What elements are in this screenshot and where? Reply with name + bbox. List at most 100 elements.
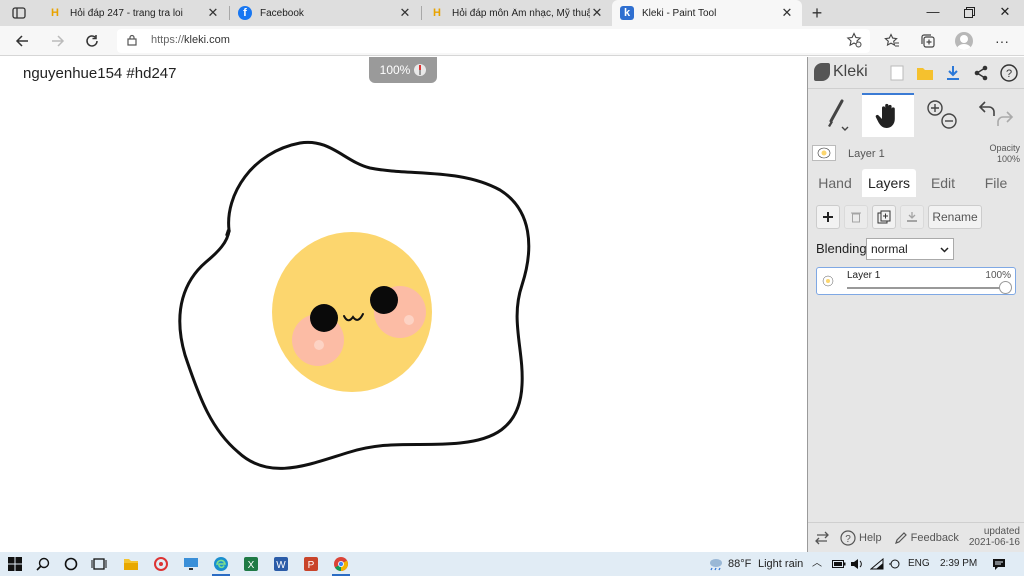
hand-tool[interactable] [862, 93, 914, 137]
speaker-icon[interactable] [846, 554, 868, 574]
close-tab-icon[interactable]: ✕ [206, 5, 220, 21]
monitor-app-icon[interactable] [180, 554, 202, 574]
swap-side-icon[interactable] [814, 531, 830, 545]
refresh-button[interactable] [80, 30, 104, 52]
tab-file[interactable]: File [970, 169, 1022, 197]
lock-icon[interactable] [127, 34, 137, 49]
tab-hand[interactable]: Hand [810, 169, 860, 197]
excel-icon[interactable]: X [240, 554, 262, 574]
merge-layer-button[interactable] [900, 205, 924, 229]
updated-date: updated 2021-06-16 [968, 526, 1020, 548]
new-image-icon[interactable] [886, 62, 908, 84]
address-bar: https://kleki.com ··· [0, 26, 1024, 56]
tab-title: Facebook [260, 7, 304, 19]
layer-opacity-value: 100% [985, 270, 1011, 281]
share-icon[interactable] [970, 62, 992, 84]
minimize-button[interactable]: — [914, 0, 952, 26]
browser-tab[interactable]: H Hỏi đáp môn Âm nhạc, Mỹ thuật ✕ [422, 0, 612, 26]
windows-start-icon[interactable] [4, 554, 26, 574]
browser-tab[interactable]: f Facebook ✕ [230, 0, 420, 26]
close-tab-icon[interactable]: ✕ [398, 5, 412, 21]
more-options-icon[interactable]: ··· [990, 30, 1014, 52]
kleki-logo[interactable]: Kleki [814, 63, 868, 81]
powerpoint-icon[interactable]: P [300, 554, 322, 574]
tab-layers[interactable]: Layers [862, 169, 916, 197]
tool-row [808, 93, 1024, 137]
tab-title: Hỏi đáp môn Âm nhạc, Mỹ thuật [452, 7, 590, 19]
weather-temperature[interactable]: 88°F [728, 552, 751, 576]
chrome-icon[interactable] [330, 554, 352, 576]
app-red-icon[interactable] [150, 554, 172, 574]
search-icon[interactable] [32, 554, 54, 574]
add-layer-button[interactable] [816, 205, 840, 229]
new-tab-button[interactable]: + [806, 2, 828, 24]
weather-icon[interactable] [704, 554, 726, 574]
left-eye [310, 304, 338, 332]
help-link[interactable]: ? Help [840, 529, 882, 546]
current-layer-name: Layer 1 [848, 148, 885, 160]
delete-layer-button[interactable] [844, 205, 868, 229]
weather-description[interactable]: Light rain [758, 552, 803, 576]
layer-thumbnail [812, 145, 836, 161]
task-view-icon[interactable] [88, 554, 110, 574]
panel-tabs: Hand Layers Edit File [808, 169, 1024, 197]
brush-tool[interactable] [810, 93, 862, 137]
undo-redo-tool[interactable] [970, 93, 1022, 137]
tab-title: Hỏi đáp 247 - trang tra loi [70, 7, 183, 19]
tab-actions-icon[interactable] [8, 4, 30, 22]
help-icon[interactable]: ? [998, 62, 1020, 84]
svg-text:X: X [248, 560, 255, 571]
favorite-star-icon[interactable] [846, 32, 862, 51]
browser-tab[interactable]: H Hỏi đáp 247 - trang tra loi ✕ [40, 0, 228, 26]
feedback-link[interactable]: Feedback [894, 531, 959, 545]
layer-opacity-slider-track[interactable] [847, 287, 1005, 289]
svg-text:?: ? [845, 534, 851, 545]
close-tab-icon[interactable]: ✕ [780, 5, 794, 21]
drawing-canvas[interactable]: nguyenhue154 #hd247 100% [0, 57, 807, 552]
svg-text:P: P [308, 560, 315, 571]
current-layer-opacity: Opacity 100% [989, 143, 1020, 164]
chevron-down-icon [940, 242, 949, 256]
windows-taskbar: X W P 88°F Light rain ︿ ENG 2:39 PM [0, 552, 1024, 576]
tab-edit[interactable]: Edit [918, 169, 968, 197]
duplicate-layer-button[interactable] [872, 205, 896, 229]
kleki-logo-icon [814, 63, 830, 81]
layer-name: Layer 1 [847, 270, 881, 281]
close-tab-icon[interactable]: ✕ [590, 5, 604, 21]
current-layer-preview[interactable]: Layer 1 Opacity 100% [812, 143, 1020, 165]
notifications-icon[interactable] [988, 554, 1010, 574]
open-folder-icon[interactable] [914, 62, 936, 84]
panel-footer: ? Help Feedback updated 2021-06-16 [808, 522, 1024, 552]
input-language[interactable]: ENG [908, 552, 930, 576]
edge-browser-icon[interactable] [210, 554, 232, 576]
close-window-button[interactable]: ✕ [986, 0, 1024, 26]
zoom-tool[interactable] [916, 93, 968, 137]
favorites-icon[interactable] [880, 30, 904, 52]
layer-opacity-slider-handle[interactable] [999, 281, 1012, 294]
url-field[interactable]: https://kleki.com [117, 29, 870, 53]
egg-drawing [178, 140, 531, 470]
file-explorer-icon[interactable] [120, 554, 142, 574]
layers-panel: Rename Blending normal Layer 1 100% [808, 197, 1024, 517]
layer-thumbnail [821, 273, 835, 289]
chevron-up-icon[interactable]: ︿ [812, 552, 822, 576]
system-clock[interactable]: 2:39 PM [940, 552, 977, 576]
kleki-icon: k [620, 6, 634, 20]
svg-text:W: W [276, 560, 286, 571]
profile-avatar[interactable] [952, 30, 976, 52]
facebook-icon: f [238, 6, 252, 20]
restore-button[interactable] [950, 0, 988, 26]
collections-icon[interactable] [916, 30, 940, 52]
blending-mode-select[interactable]: normal [866, 238, 954, 260]
layer-list-item[interactable]: Layer 1 100% [816, 267, 1016, 295]
camera-icon[interactable] [884, 554, 906, 574]
word-icon[interactable]: W [270, 554, 292, 574]
browser-tab-active[interactable]: k Kleki - Paint Tool ✕ [612, 0, 802, 26]
right-eye [370, 286, 398, 314]
forward-button[interactable] [46, 30, 70, 52]
download-icon[interactable] [942, 62, 964, 84]
hoidap-247-icon: H [433, 7, 441, 19]
cortana-icon[interactable] [60, 554, 82, 574]
back-button[interactable] [10, 30, 34, 52]
rename-layer-button[interactable]: Rename [928, 205, 982, 229]
